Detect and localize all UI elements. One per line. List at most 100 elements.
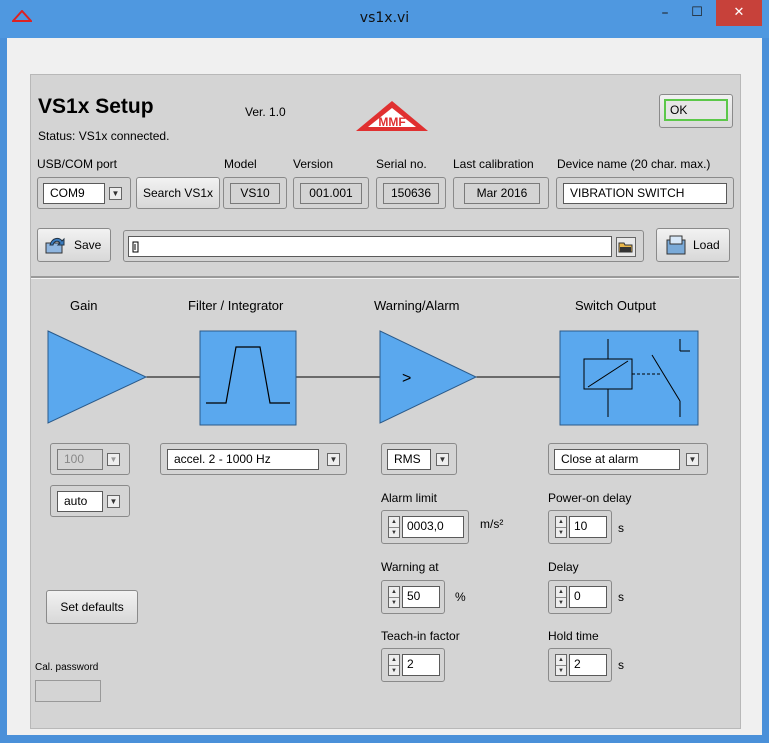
model-value: VS10 [230, 183, 280, 204]
filter-heading: Filter / Integrator [188, 298, 284, 313]
device-name-label: Device name (20 char. max.) [557, 157, 711, 171]
path-box [123, 230, 644, 262]
power-on-delay-label: Power-on delay [548, 491, 632, 505]
teach-in-stepper[interactable]: ▲ ▼ [388, 654, 400, 676]
load-label: Load [693, 238, 720, 252]
svg-text:MMF: MMF [378, 115, 405, 129]
delay-unit: s [618, 590, 624, 604]
chevron-down-icon: ▼ [327, 453, 340, 466]
chevron-down-icon: ▼ [109, 187, 122, 200]
warning-at-field[interactable]: 50 [402, 586, 440, 608]
save-icon [45, 237, 65, 254]
chevron-down-icon: ▼ [686, 453, 699, 466]
chevron-down-icon: ▼ [107, 495, 120, 508]
alarm-limit-stepper[interactable]: ▲ ▼ [388, 516, 400, 538]
model-box: VS10 [223, 177, 287, 209]
minimize-button[interactable]: – [650, 0, 680, 28]
serial-label: Serial no. [376, 157, 427, 171]
hold-time-field[interactable]: 2 [569, 654, 607, 676]
power-on-delay-stepper[interactable]: ▲ ▼ [555, 516, 567, 538]
gain-select[interactable]: 100 ▼ [50, 443, 130, 475]
alarm-mode-value: RMS [387, 449, 431, 470]
path-field[interactable] [128, 236, 612, 257]
warning-at-unit: % [455, 590, 466, 604]
teach-in-label: Teach-in factor [381, 629, 460, 643]
load-icon [666, 235, 686, 255]
close-button[interactable]: ✕ [716, 0, 762, 26]
version-value: 001.001 [300, 183, 362, 204]
version-field-label: Version [293, 157, 334, 171]
title-bar: vs1x.vi – ☐ ✕ [0, 0, 769, 38]
switch-output-heading: Switch Output [575, 298, 656, 313]
divider [31, 276, 739, 279]
search-vs1x-button[interactable]: Search VS1x [136, 177, 220, 209]
cal-password-label: Cal. password [35, 662, 99, 673]
save-label: Save [74, 238, 102, 252]
warning-at-control[interactable]: ▲ ▼ 50 [381, 580, 445, 614]
calibration-box: Mar 2016 [453, 177, 549, 209]
delay-label: Delay [548, 560, 579, 574]
hold-time-stepper[interactable]: ▲ ▼ [555, 654, 567, 676]
version-label: Ver. 1.0 [245, 105, 286, 119]
set-defaults-button[interactable]: Set defaults [46, 590, 138, 624]
calibration-value: Mar 2016 [464, 183, 540, 204]
folder-icon [618, 242, 633, 253]
delay-control[interactable]: ▲ ▼ 0 [548, 580, 612, 614]
version-box: 001.001 [293, 177, 369, 209]
filter-value: accel. 2 - 1000 Hz [167, 449, 319, 470]
warning-at-label: Warning at [381, 560, 439, 574]
switch-mode-select[interactable]: Close at alarm ▼ [548, 443, 708, 475]
hold-time-label: Hold time [548, 629, 599, 643]
warning-at-stepper[interactable]: ▲ ▼ [388, 586, 400, 608]
filter-icon [199, 330, 297, 426]
delay-stepper[interactable]: ▲ ▼ [555, 586, 567, 608]
gain-mode-value: auto [57, 491, 103, 512]
save-button[interactable]: Save [37, 228, 111, 262]
power-on-delay-control[interactable]: ▲ ▼ 10 [548, 510, 612, 544]
gain-mode-select[interactable]: auto ▼ [50, 485, 130, 517]
teach-in-field[interactable]: 2 [402, 654, 440, 676]
load-button[interactable]: Load [656, 228, 730, 262]
page-title: VS1x Setup [38, 95, 154, 118]
power-on-delay-field[interactable]: 10 [569, 516, 607, 538]
ok-button[interactable]: OK [659, 94, 733, 128]
alarm-limit-unit: m/s² [480, 517, 504, 531]
delay-field[interactable]: 0 [569, 586, 607, 608]
status-text: Status: VS1x connected. [38, 129, 170, 143]
app-window: vs1x.vi – ☐ ✕ VS1x Setup Ver. 1.0 Status… [0, 0, 769, 743]
teach-in-control[interactable]: ▲ ▼ 2 [381, 648, 445, 682]
power-on-delay-unit: s [618, 521, 624, 535]
block-diagram: > [47, 330, 699, 426]
device-name-field[interactable]: VIBRATION SWITCH [563, 183, 727, 204]
port-value: COM9 [43, 183, 105, 204]
cal-password-field[interactable] [35, 680, 101, 702]
filter-select[interactable]: accel. 2 - 1000 Hz ▼ [160, 443, 347, 475]
hold-time-unit: s [618, 658, 624, 672]
alarm-limit-control[interactable]: ▲ ▼ 0003,0 [381, 510, 469, 544]
ok-button-label: OK [664, 99, 728, 121]
serial-box: 150636 [376, 177, 446, 209]
comparator-symbol: > [402, 370, 411, 387]
alarm-limit-label: Alarm limit [381, 491, 437, 505]
alarm-limit-field[interactable]: 0003,0 [402, 516, 464, 538]
browse-folder-button[interactable] [616, 237, 636, 257]
alarm-comparator-icon: > [379, 330, 478, 424]
relay-icon [559, 330, 699, 426]
model-label: Model [224, 157, 257, 171]
switch-mode-value: Close at alarm [554, 449, 680, 470]
path-icon [132, 241, 139, 253]
alarm-mode-select[interactable]: RMS ▼ [381, 443, 457, 475]
warning-alarm-heading: Warning/Alarm [374, 298, 460, 313]
maximize-button[interactable]: ☐ [682, 0, 712, 28]
port-select[interactable]: COM9 ▼ [37, 177, 131, 209]
device-name-box: VIBRATION SWITCH [556, 177, 734, 209]
gain-amplifier-icon [47, 330, 148, 424]
serial-value: 150636 [383, 183, 439, 204]
calibration-label: Last calibration [453, 157, 534, 171]
chevron-down-icon: ▼ [107, 453, 120, 466]
mmf-logo: MMF [356, 101, 428, 131]
gain-value: 100 [57, 449, 103, 470]
port-label: USB/COM port [37, 157, 118, 171]
gain-heading: Gain [70, 298, 98, 313]
hold-time-control[interactable]: ▲ ▼ 2 [548, 648, 612, 682]
